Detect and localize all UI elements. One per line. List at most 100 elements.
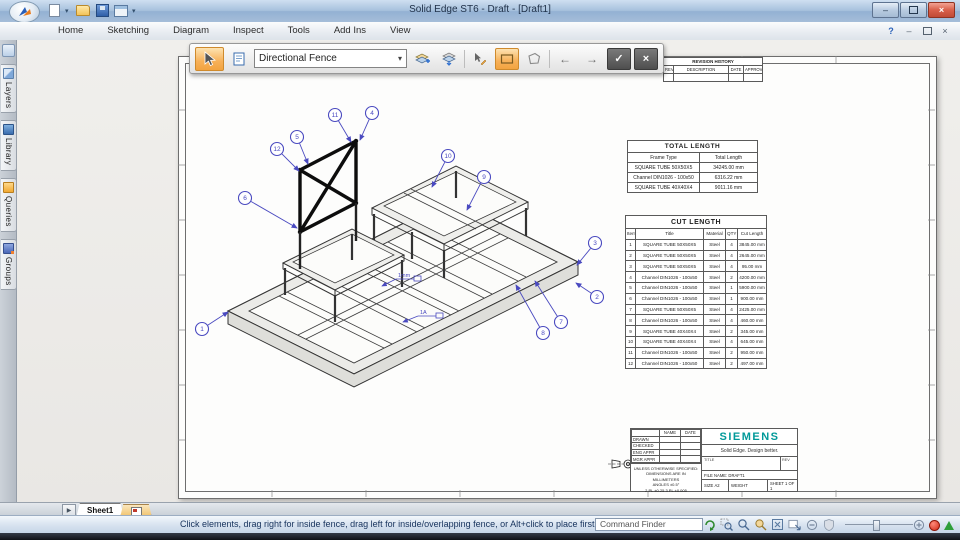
sign-header-cell (632, 430, 660, 437)
brand-tagline: Solid Edge. Design better. (702, 445, 797, 457)
table-cell: Channel DIN1026 - 100x50 (636, 315, 704, 326)
document-window-controls: ? – × (884, 24, 952, 37)
drawing-canvas[interactable]: 123456789101112 1mm1A REVISION HISTORYRE… (0, 40, 960, 502)
dropdown-caret-icon: ▾ (398, 54, 402, 63)
table-cell: Steel (704, 304, 726, 315)
ribbon-tab-sketching[interactable]: Sketching (95, 22, 161, 40)
zoom-in-button[interactable] (913, 519, 925, 531)
quickpick-button[interactable] (468, 48, 492, 70)
window-bottom-edge (0, 532, 960, 540)
doc-close-button[interactable]: × (938, 24, 952, 37)
command-finder-input[interactable]: Command Finder (595, 518, 703, 531)
minimize-button[interactable]: – (872, 2, 899, 18)
table-cell: 4 (726, 261, 738, 272)
table-cell: Steel (704, 239, 726, 250)
table-cell: 2 (726, 347, 738, 358)
table-cell: Channel DIN1026 - 100x50 (636, 272, 704, 283)
layers-add-icon (415, 52, 430, 66)
table-cell: 1 (726, 293, 738, 304)
sign-header-cell: DATE (680, 430, 700, 437)
record-indicator-icon[interactable] (929, 520, 940, 531)
ribbon-tab-add-ins[interactable]: Add Ins (322, 22, 378, 40)
ribbon-tabs: HomeSketchingDiagramInspectToolsAdd InsV… (46, 22, 422, 40)
ribbon-tab-view[interactable]: View (378, 22, 422, 40)
zoom-slider[interactable] (845, 524, 913, 525)
spotlight-zoom-button[interactable] (754, 518, 767, 531)
previous-button[interactable]: ← (553, 48, 577, 70)
rectangle-fence-button[interactable] (495, 48, 519, 70)
table-cell: 460.00 mm (738, 315, 767, 326)
total-length-table: TOTAL LENGTHFrame TypeTotal LengthSQUARE… (627, 140, 758, 193)
promptbar-toggle-button[interactable] (227, 48, 251, 70)
sign-cell (660, 449, 681, 456)
zoom-out-button[interactable] (805, 518, 818, 531)
table-cell: 900.00 mm (738, 293, 767, 304)
fit-view-button[interactable] (771, 518, 784, 531)
table-cell: 1 (626, 239, 636, 250)
zoom-area-button[interactable] (720, 518, 733, 531)
fence-overlap-button[interactable] (437, 48, 461, 70)
zoom-slider-thumb[interactable] (873, 520, 880, 531)
sign-cell (660, 456, 681, 463)
refresh-view-button[interactable] (703, 518, 716, 531)
restore-icon (923, 27, 932, 35)
maximize-button[interactable] (900, 2, 927, 18)
sign-cell: CHECKED (632, 443, 660, 450)
doc-minimize-button[interactable]: – (902, 24, 916, 37)
doc-restore-button[interactable] (920, 24, 934, 37)
next-button[interactable]: → (580, 48, 604, 70)
table-cell: SQUARE TUBE 40X40X4 (628, 183, 700, 193)
ribbon-tab-home[interactable]: Home (46, 22, 95, 40)
sign-cell (680, 449, 700, 456)
table-cell: Channel DIN1026 - 100x50 (628, 173, 700, 183)
table-cell: DATE (729, 66, 744, 74)
window-controls: – × (872, 2, 955, 18)
pan-sheet-button[interactable] (788, 518, 801, 531)
table-cell: Cut Length (738, 229, 767, 240)
status-right-icons (913, 519, 954, 531)
groups-icon (3, 243, 14, 254)
edge-bar: Layers Library Queries Groups (0, 40, 17, 502)
table-cell: SQUARE TUBE 40X40X4 (636, 326, 704, 337)
edgebar-tab-layers[interactable]: Layers (1, 64, 17, 113)
close-button[interactable]: × (928, 2, 955, 18)
table-cell: 4200.00 mm (738, 272, 767, 283)
fence-mode-value: Directional Fence (259, 53, 337, 64)
table-cell: 2 (726, 326, 738, 337)
table-cell: Material (704, 229, 726, 240)
table-cell: 2645.00 mm (738, 250, 767, 261)
table-cell: SQUARE TUBE 40X40X4 (636, 336, 704, 347)
edgebar-tab-library[interactable]: Library (1, 120, 17, 170)
table-cell: APPROVED (744, 66, 763, 74)
ribbon-tab-inspect[interactable]: Inspect (221, 22, 276, 40)
fence-include-button[interactable] (410, 48, 434, 70)
table-cell: 10 (626, 336, 636, 347)
drawing-sheet[interactable] (178, 56, 937, 499)
cancel-button[interactable]: × (634, 48, 658, 70)
edgebar-tab-groups[interactable]: Groups (1, 239, 17, 291)
table-cell: CUT LENGTH (626, 216, 767, 229)
table-cell: 5 (626, 282, 636, 293)
edgebar-tab-label: Queries (4, 196, 13, 227)
cut-length-table: CUT LENGTHItem #TitleMaterialQTYCut Leng… (625, 215, 767, 369)
table-cell: 12 (626, 358, 636, 369)
ribbon-tab-diagram[interactable]: Diagram (161, 22, 221, 40)
edgebar-tab-queries[interactable]: Queries (1, 178, 17, 232)
table-cell: TOTAL LENGTH (628, 141, 758, 153)
zoom-button[interactable] (737, 518, 750, 531)
model-view-icon[interactable] (944, 521, 954, 530)
radial-menu-icon[interactable] (2, 44, 15, 57)
ribbon-tab-tools[interactable]: Tools (276, 22, 322, 40)
polygon-fence-button[interactable] (522, 48, 546, 70)
library-icon (3, 124, 14, 135)
accept-button[interactable]: ✓ (607, 48, 631, 70)
toolbar-separator (464, 50, 465, 68)
table-cell: 4 (726, 315, 738, 326)
sign-cell: DRAWN (632, 436, 660, 443)
help-button[interactable]: ? (884, 24, 898, 37)
table-cell: Steel (704, 272, 726, 283)
select-command-bar: Directional Fence ▾ (189, 43, 664, 74)
select-tool-button[interactable] (195, 47, 224, 71)
edgebar-tab-label: Layers (4, 82, 13, 108)
fence-mode-dropdown[interactable]: Directional Fence ▾ (254, 49, 407, 68)
